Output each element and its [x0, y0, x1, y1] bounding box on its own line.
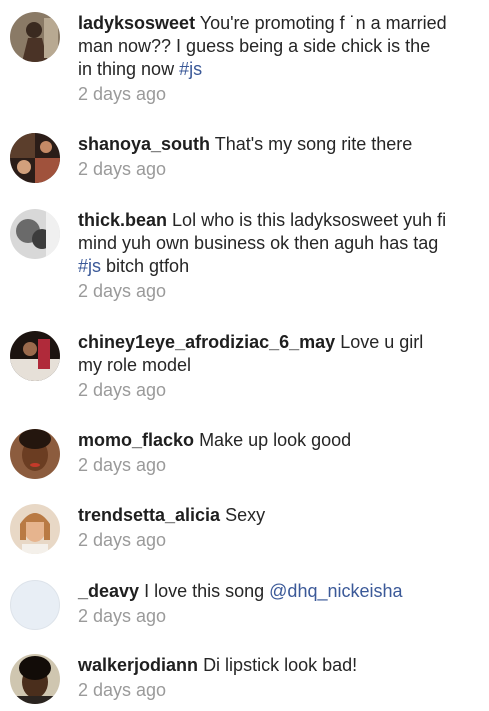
comment-username[interactable]: ladyksosweet [78, 13, 195, 33]
comment-username[interactable]: walkerjodiann [78, 655, 198, 675]
comment-body: _deavy I love this song @dhq_nickeisha 2… [78, 580, 449, 628]
comment-text: shanoya_south That's my song rite there [78, 133, 449, 156]
comment-message: I love this song [144, 581, 270, 601]
comment-username[interactable]: thick.bean [78, 210, 167, 230]
avatar[interactable] [10, 12, 60, 62]
comment-username[interactable]: trendsetta_alicia [78, 505, 220, 525]
comment-timestamp: 2 days ago [78, 606, 167, 626]
comment-text: momo_flacko Make up look good [78, 429, 449, 452]
hashtag-link[interactable]: #js [179, 59, 202, 79]
comment-timestamp: 2 days ago [78, 680, 167, 700]
comment-timestamp: 2 days ago [78, 281, 167, 301]
comment-body: chiney1eye_afrodiziac_6_may Love u girl … [78, 331, 449, 402]
comment-text: walkerjodiann Di lipstick look bad! [78, 654, 449, 677]
comment-message: Sexy [225, 505, 266, 525]
avatar[interactable] [10, 133, 60, 183]
comment-body: thick.bean Lol who is this ladyksosweet … [78, 209, 449, 303]
comment-message-end: bitch gtfoh [101, 256, 190, 276]
avatar[interactable] [10, 429, 60, 479]
comment-body: shanoya_south That's my song rite there … [78, 133, 449, 181]
comment-message: Make up look good [199, 430, 352, 450]
comment-username[interactable]: shanoya_south [78, 134, 210, 154]
comment-text: thick.bean Lol who is this ladyksosweet … [78, 209, 449, 278]
comment-timestamp: 2 days ago [78, 455, 167, 475]
avatar[interactable] [10, 504, 60, 554]
avatar[interactable] [10, 654, 60, 704]
comment-body: walkerjodiann Di lipstick look bad! 2 da… [78, 654, 449, 702]
mention-link[interactable]: @dhq_nickeisha [269, 581, 402, 601]
comment-body: ladyksosweet You're promoting f ˙n a mar… [78, 12, 449, 106]
avatar[interactable] [10, 331, 60, 381]
comment-body: momo_flacko Make up look good 2 days ago [78, 429, 449, 477]
comment-username[interactable]: momo_flacko [78, 430, 194, 450]
comment-username[interactable]: chiney1eye_afrodiziac_6_may [78, 332, 335, 352]
comment-text: ladyksosweet You're promoting f ˙n a mar… [78, 12, 449, 81]
comment-text: _deavy I love this song @dhq_nickeisha [78, 580, 449, 603]
comment-timestamp: 2 days ago [78, 84, 167, 104]
comment-message: Di lipstick look bad! [203, 655, 358, 675]
comment-text: trendsetta_alicia Sexy [78, 504, 449, 527]
comment-message: That's my song rite there [214, 134, 413, 154]
hashtag-link[interactable]: #js [78, 256, 101, 276]
avatar[interactable] [10, 209, 60, 259]
comment-timestamp: 2 days ago [78, 530, 167, 550]
comment-text: chiney1eye_afrodiziac_6_may Love u girl … [78, 331, 449, 377]
avatar-placeholder[interactable] [10, 580, 60, 630]
comment-body: trendsetta_alicia Sexy 2 days ago [78, 504, 449, 552]
comment-timestamp: 2 days ago [78, 159, 167, 179]
comments-list: ladyksosweet You're promoting f ˙n a mar… [0, 0, 489, 711]
comment-username[interactable]: _deavy [78, 581, 139, 601]
comment-timestamp: 2 days ago [78, 380, 167, 400]
